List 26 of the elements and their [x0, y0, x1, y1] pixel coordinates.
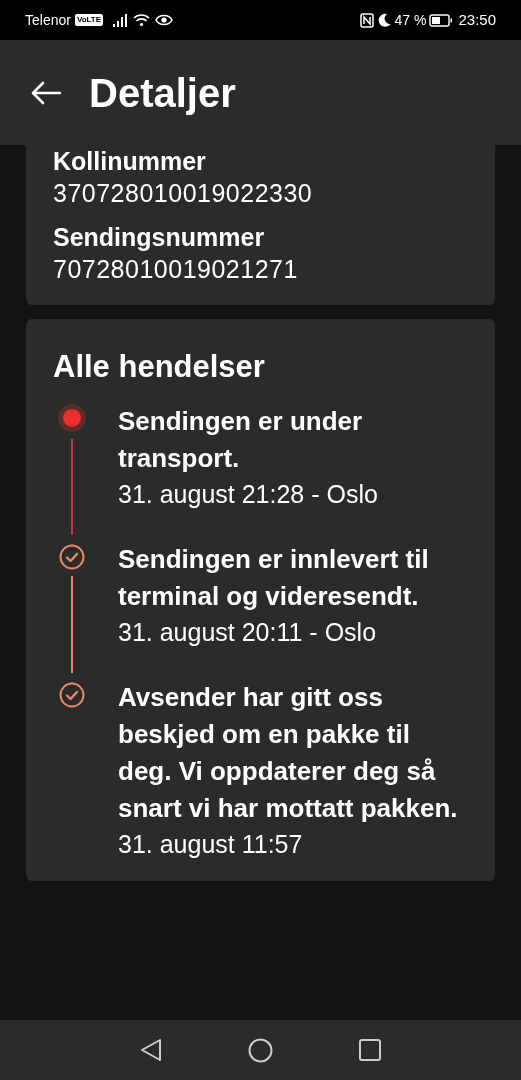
event-time-location: 31. august 21:28 - Oslo [118, 479, 379, 510]
event-time-location: 31. august 20:11 - Oslo [118, 617, 378, 648]
moon-icon [377, 13, 391, 27]
field-value: 370728010019022330 [53, 178, 314, 209]
page-title: Detaljer [89, 69, 236, 117]
back-arrow-icon[interactable] [30, 80, 62, 105]
event-title: Sendingen er innlevert til terminal og videresendt. [118, 543, 430, 613]
nfc-icon [359, 12, 374, 28]
section-heading: Alle hendelser [53, 348, 266, 386]
wifi-icon [133, 13, 151, 27]
battery-percentage: 47 % [394, 10, 427, 30]
recents-icon[interactable] [359, 1039, 381, 1061]
field-label: Sendingsnummer [53, 222, 266, 253]
carrier-name: Telenor [25, 10, 71, 30]
volte-badge: VoLTE [74, 14, 104, 26]
battery-icon [429, 13, 454, 27]
home-icon[interactable] [248, 1037, 273, 1063]
field-value: 70728010019021271 [53, 254, 299, 285]
field-label: Kollinummer [53, 146, 207, 177]
eye-icon [155, 14, 174, 26]
event-title: Avsender har gitt oss beskjed om en pakke til deg. Vi oppdaterer deg så snart vi har mottatt pakken. [118, 681, 459, 825]
event-title: Sendingen er under transport. [118, 405, 364, 475]
back-icon[interactable] [140, 1038, 162, 1062]
signal-icon [113, 13, 130, 27]
clock-time: 23:50 [458, 9, 496, 30]
event-time-location: 31. august 11:57 [118, 829, 304, 860]
